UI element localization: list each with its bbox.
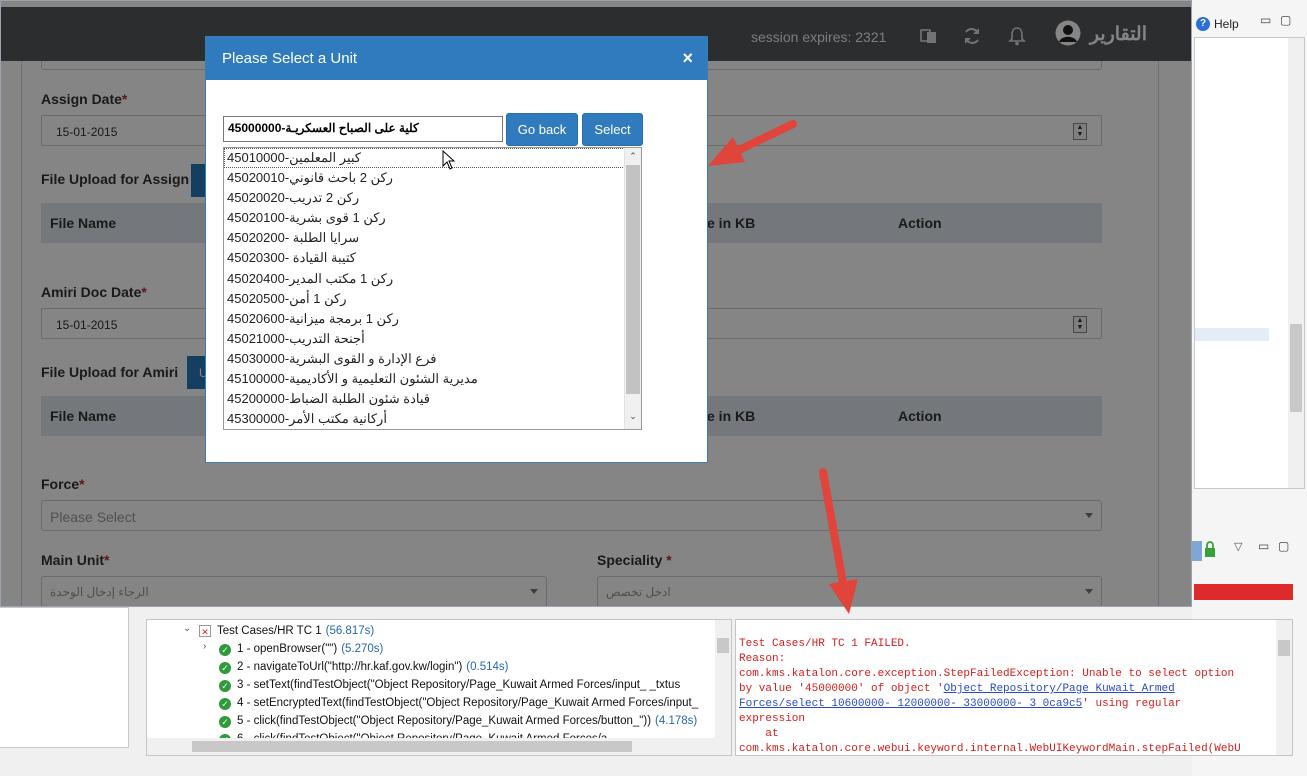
lock-icon[interactable] bbox=[1203, 541, 1217, 558]
unit-option[interactable]: فرع الإدارة و القوى البشرية-45030000 bbox=[224, 349, 641, 369]
log-line: Reason: bbox=[739, 653, 786, 665]
test-step-row[interactable]: ✓ 2 - navigateToUrl("http://hr.kaf.gov.kw… bbox=[219, 658, 508, 676]
scroll-up-icon[interactable]: ⌃ bbox=[628, 151, 638, 162]
unit-option[interactable]: ركن 1 مكتب المدير-45020400 bbox=[224, 269, 641, 289]
unit-listbox[interactable]: كبير المعلمين-45010000 ركن 2 باحث قانوني-… bbox=[223, 147, 642, 430]
tree-vscroll-thumb[interactable] bbox=[717, 638, 729, 653]
modal-title: Please Select a Unit bbox=[222, 50, 358, 67]
toolbar-stub bbox=[1192, 541, 1202, 561]
unit-input-value: كلية على الصباح العسكريـة-45000000 bbox=[228, 121, 419, 135]
bottom-left-panel bbox=[0, 607, 140, 776]
step-text: 5 - click(findTestObject("Object Reposit… bbox=[237, 715, 652, 727]
tree-vscroll[interactable] bbox=[715, 620, 731, 738]
unit-option[interactable]: مديرية الشئون التعليمية و الأكاديمية-451… bbox=[224, 369, 641, 389]
scroll-thumb[interactable] bbox=[626, 165, 640, 394]
unit-option[interactable]: قيادة شئون الطلبة الضباط-45200000 bbox=[224, 389, 641, 409]
tree-hscroll[interactable] bbox=[147, 738, 731, 755]
help-tab-label[interactable]: Help bbox=[1214, 17, 1239, 31]
unit-option[interactable]: كتيبة القيادة -45020300 bbox=[224, 248, 641, 268]
step-text: 2 - navigateToUrl("http://hr.kaf.gov.kw/… bbox=[237, 661, 463, 673]
object-repository-link-cont[interactable]: Forces/select 10600000- 12000000- 330000… bbox=[739, 698, 1082, 710]
log-vscroll-thumb[interactable] bbox=[1278, 640, 1290, 656]
step-text: Test Cases/HR TC 1 bbox=[217, 625, 322, 637]
browser-window: التقارير session expires: 2321 Assign Da… bbox=[0, 0, 1192, 607]
help-scrollbar[interactable] bbox=[1288, 38, 1304, 488]
unit-option[interactable]: ركن 1 قوى بشرية-45020100 bbox=[224, 208, 641, 228]
chevron-right-icon[interactable]: › bbox=[203, 641, 206, 652]
view-menu-icon[interactable]: ▽ bbox=[1234, 540, 1242, 553]
unit-option[interactable]: ركن 2 باحث قانوني-45020010 bbox=[224, 168, 641, 188]
select-unit-modal: Please Select a Unit × كلية على الصباح ا… bbox=[205, 36, 708, 463]
log-vscroll[interactable] bbox=[1276, 620, 1292, 755]
failed-icon: ✕ bbox=[199, 625, 211, 637]
log-line: by value '45000000' of object 'Object Re… bbox=[739, 683, 1175, 695]
unit-option[interactable]: سرايا الطلبة -45020200 bbox=[224, 228, 641, 248]
passed-check-icon: ✓ bbox=[219, 662, 231, 674]
unit-option[interactable]: أركانية مكتب الأمر-45300000 bbox=[224, 409, 641, 429]
test-step-row[interactable]: ✓ 1 - openBrowser("") (5.270s) bbox=[219, 640, 383, 658]
unit-options: كبير المعلمين-45010000 ركن 2 باحث قانوني-… bbox=[224, 148, 641, 429]
step-text: 4 - setEncryptedText(findTestObject("Obj… bbox=[237, 697, 699, 709]
step-duration: (0.514s) bbox=[466, 661, 509, 673]
step-text: 3 - setText(findTestObject("Object Repos… bbox=[237, 679, 681, 691]
select-button[interactable]: Select bbox=[582, 113, 643, 146]
step-duration: (4.178s) bbox=[655, 715, 698, 727]
maximize-icon[interactable]: ▢ bbox=[1278, 539, 1289, 553]
unit-option[interactable]: ركن 2 تدريب-45020020 bbox=[224, 188, 641, 208]
mouse-cursor-icon bbox=[442, 150, 456, 170]
test-steps-tree: ✕ Test Cases/HR TC 1 (56.817s) ⌄ ✓ 1 - openBr… bbox=[146, 619, 732, 756]
help-highlight-row bbox=[1195, 328, 1269, 341]
help-icon[interactable]: ? bbox=[1196, 17, 1210, 31]
test-step-row[interactable]: ✓ 5 - click(findTestObject("Object Reposi… bbox=[219, 712, 697, 730]
tree-hscroll-thumb[interactable] bbox=[192, 741, 632, 752]
unit-option[interactable]: أجنحة التدريب-45021000 bbox=[224, 329, 641, 349]
passed-check-icon: ✓ bbox=[219, 644, 231, 656]
unit-option[interactable]: ركن 1 برمجة ميزانية-45020600 bbox=[224, 309, 641, 329]
step-text: 1 - openBrowser("") bbox=[237, 643, 338, 655]
chevron-down-icon[interactable]: ⌄ bbox=[183, 623, 191, 634]
step-duration: (5.270s) bbox=[341, 643, 384, 655]
help-scroll-thumb[interactable] bbox=[1290, 324, 1302, 412]
minimize-icon[interactable]: ▭ bbox=[1260, 13, 1271, 27]
unit-option[interactable]: كبير المعلمين-45010000 bbox=[224, 148, 641, 169]
log-line: expression bbox=[739, 713, 806, 725]
passed-check-icon: ✓ bbox=[219, 716, 231, 728]
log-line: at bbox=[739, 728, 779, 740]
unit-search-input[interactable]: كلية على الصباح العسكريـة-45000000 bbox=[223, 116, 503, 142]
maximize-icon[interactable]: ▢ bbox=[1280, 13, 1291, 27]
log-line: Forces/select 10600000- 12000000- 330000… bbox=[739, 698, 1182, 710]
listbox-scrollbar[interactable]: ⌃ ⌄ bbox=[624, 148, 641, 429]
close-icon[interactable]: × bbox=[682, 48, 693, 69]
modal-header: Please Select a Unit × bbox=[206, 37, 707, 80]
log-line: Test Cases/HR TC 1 FAILED. bbox=[739, 638, 911, 650]
minimize-icon[interactable]: ▭ bbox=[1258, 539, 1269, 553]
scroll-down-icon[interactable]: ⌄ bbox=[628, 411, 638, 422]
failure-log-panel: Test Cases/HR TC 1 FAILED. Reason: com.k… bbox=[735, 619, 1293, 756]
passed-check-icon: ✓ bbox=[219, 698, 231, 710]
test-case-node[interactable]: ✕ Test Cases/HR TC 1 (56.817s) bbox=[199, 622, 374, 640]
object-repository-link[interactable]: Object Repository/Page Kuwait Armed bbox=[944, 683, 1175, 695]
failure-progress-bar bbox=[1194, 584, 1293, 600]
explorer-panel-body bbox=[0, 607, 129, 748]
passed-check-icon: ✓ bbox=[219, 680, 231, 692]
step-duration: (56.817s) bbox=[325, 625, 375, 637]
test-step-row[interactable]: ✓ 3 - setText(findTestObject("Object Repo… bbox=[219, 676, 684, 694]
log-line: com.kms.katalon.core.webui.keyword.inter… bbox=[739, 743, 1241, 755]
test-step-row[interactable]: ✓ 4 - setEncryptedText(findTestObject("Ob… bbox=[219, 694, 702, 712]
help-panel-body bbox=[1194, 37, 1305, 489]
log-line: com.kms.katalon.core.exception.StepFaile… bbox=[739, 668, 1235, 680]
unit-option[interactable]: ركن 1 أمن-45020500 bbox=[224, 289, 641, 309]
go-back-button[interactable]: Go back bbox=[506, 113, 578, 146]
